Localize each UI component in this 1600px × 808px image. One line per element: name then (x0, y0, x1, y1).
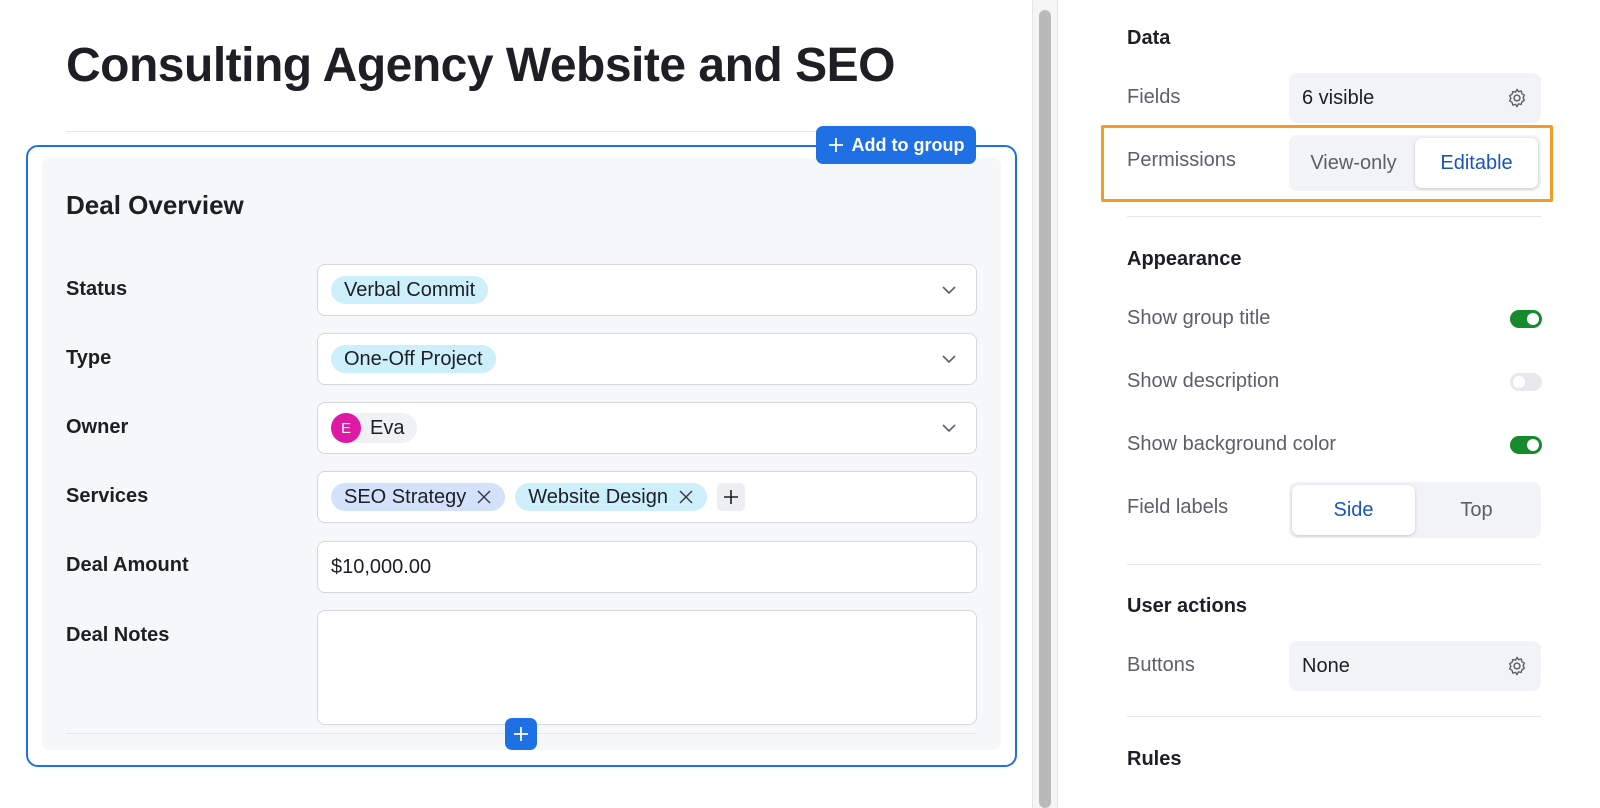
chevron-down-icon (942, 286, 956, 295)
fields-setting[interactable]: 6 visible (1289, 73, 1541, 123)
data-section-title: Data (1127, 27, 1171, 49)
show-description-toggle[interactable] (1510, 373, 1542, 391)
avatar: E (331, 413, 361, 443)
owner-select[interactable]: E Eva (317, 402, 977, 454)
field-labels-label: Field labels (1127, 496, 1229, 518)
type-pill: One-Off Project (331, 345, 496, 373)
show-group-title-toggle[interactable] (1510, 310, 1542, 328)
permissions-label: Permissions (1127, 149, 1236, 171)
add-to-group-label: Add to group (851, 134, 965, 155)
toggle-knob (1527, 313, 1539, 325)
field-labels-option-top[interactable]: Top (1415, 485, 1538, 535)
show-background-color-label: Show background color (1127, 433, 1337, 455)
fields-value: 6 visible (1302, 86, 1375, 109)
close-icon[interactable] (678, 489, 694, 505)
fields-label: Fields (1127, 86, 1181, 108)
status-label: Status (66, 278, 128, 300)
permissions-option-editable[interactable]: Editable (1415, 138, 1538, 188)
chevron-down-icon (942, 424, 956, 433)
buttons-setting[interactable]: None (1289, 641, 1541, 691)
owner-pill: E Eva (331, 413, 418, 443)
close-icon[interactable] (476, 489, 492, 505)
status-pill: Verbal Commit (331, 276, 489, 304)
add-to-group-button[interactable]: Add to group (816, 126, 976, 164)
show-description-label: Show description (1127, 370, 1280, 392)
permissions-segmented-control[interactable]: View-only Editable (1289, 135, 1541, 191)
section-divider (1127, 216, 1541, 217)
deal-amount-value: $10,000.00 (331, 555, 432, 578)
deal-notes-textarea[interactable] (317, 610, 977, 725)
plus-icon (723, 490, 738, 504)
show-background-color-toggle[interactable] (1510, 436, 1542, 454)
field-labels-option-side[interactable]: Side (1292, 485, 1415, 535)
plus-icon (514, 727, 528, 741)
toggle-knob (1513, 376, 1525, 388)
group-title: Deal Overview (66, 190, 244, 220)
show-group-title-label: Show group title (1127, 307, 1271, 329)
gear-icon (1508, 656, 1526, 676)
services-multiselect[interactable]: SEO Strategy Website Design (317, 471, 977, 523)
deal-amount-input[interactable]: $10,000.00 (317, 541, 977, 593)
add-field-button[interactable] (505, 718, 537, 750)
type-select[interactable]: One-Off Project (317, 333, 977, 385)
chevron-down-icon (942, 355, 956, 364)
buttons-value: None (1302, 654, 1350, 677)
service-pill: SEO Strategy (331, 483, 506, 511)
owner-name: Eva (370, 416, 405, 439)
rules-section-title: Rules (1127, 748, 1182, 770)
services-label: Services (66, 485, 149, 507)
deal-notes-label: Deal Notes (66, 624, 170, 646)
status-select[interactable]: Verbal Commit (317, 264, 977, 316)
type-label: Type (66, 347, 112, 369)
user-actions-section-title: User actions (1127, 595, 1248, 617)
app-window: Consulting Agency Website and SEO Deal O… (0, 0, 1600, 808)
deal-amount-label: Deal Amount (66, 554, 189, 576)
field-labels-segmented-control[interactable]: Side Top (1289, 482, 1541, 538)
page-title: Consulting Agency Website and SEO (66, 39, 895, 92)
section-divider (1127, 564, 1541, 565)
gear-icon (1508, 88, 1526, 108)
plus-icon (828, 138, 843, 152)
permissions-option-view-only[interactable]: View-only (1292, 138, 1415, 188)
owner-label: Owner (66, 416, 129, 438)
toggle-knob (1527, 439, 1539, 451)
add-service-button[interactable] (716, 483, 745, 511)
scrollbar-thumb[interactable] (1039, 10, 1051, 808)
section-divider (1127, 716, 1541, 717)
appearance-section-title: Appearance (1127, 248, 1242, 270)
service-pill: Website Design (515, 483, 707, 511)
buttons-label: Buttons (1127, 654, 1195, 676)
